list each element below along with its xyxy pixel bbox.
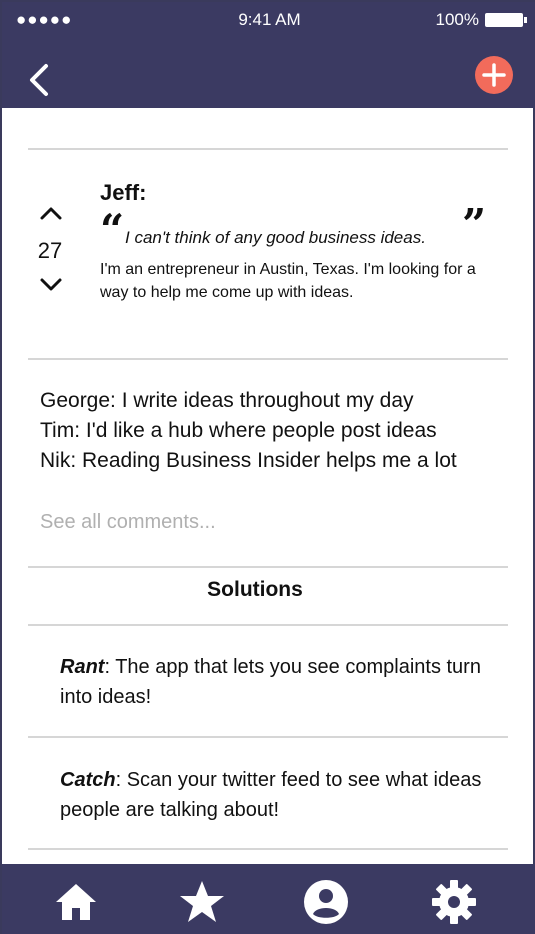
chevron-down-icon [40, 278, 62, 291]
post-body: I'm an entrepreneur in Austin, Texas. I'… [100, 261, 476, 301]
bottom-tab-bar [2, 864, 535, 934]
comments-list: George: I write ideas throughout my day … [40, 386, 510, 476]
comment-item: George: I write ideas throughout my day [40, 389, 414, 412]
solution-description: : The app that lets you see complaints t… [60, 656, 481, 708]
tab-favorites[interactable] [178, 878, 226, 926]
tab-profile[interactable] [302, 878, 350, 926]
see-all-comments-link[interactable]: See all comments... [40, 511, 216, 534]
comment-item: Nik: Reading Business Insider helps me a… [40, 449, 457, 472]
vote-count: 27 [37, 238, 63, 263]
tab-settings[interactable] [430, 878, 478, 926]
downvote-button[interactable] [38, 276, 64, 294]
battery-percent: 100% [435, 10, 479, 29]
divider [28, 358, 508, 360]
star-icon [180, 881, 224, 922]
divider [28, 148, 508, 150]
add-button[interactable] [475, 56, 513, 94]
close-quote-mark: ” [462, 200, 487, 249]
battery-icon [485, 13, 527, 27]
back-button[interactable] [24, 60, 58, 100]
open-quote-mark: “ [100, 205, 125, 254]
chevron-left-icon [30, 64, 48, 96]
solution-name: Rant [60, 656, 105, 678]
post-author: Jeff: [100, 180, 147, 205]
battery-indicator: 100% [435, 10, 527, 30]
solution-description: : Scan your twitter feed to see what ide… [60, 769, 482, 821]
divider [28, 624, 508, 626]
divider [28, 848, 508, 850]
profile-icon [304, 880, 348, 924]
app-frame: ●●●●● 9:41 AM 100% 27 Jeff: “ I can't th… [0, 0, 535, 934]
divider [28, 566, 508, 568]
post-quote: I can't think of any good business ideas… [125, 228, 426, 247]
divider [28, 736, 508, 738]
tab-home[interactable] [52, 878, 100, 926]
status-bar: ●●●●● 9:41 AM 100% [2, 10, 535, 34]
plus-circle-icon [482, 63, 506, 87]
gear-icon [432, 880, 476, 924]
home-icon [56, 884, 96, 920]
top-bar: ●●●●● 9:41 AM 100% [2, 2, 535, 108]
chevron-up-icon [40, 207, 62, 220]
solution-item[interactable]: Catch: Scan your twitter feed to see wha… [60, 765, 490, 825]
solution-item[interactable]: Rant: The app that lets you see complain… [60, 652, 490, 712]
solutions-heading: Solutions [207, 578, 303, 601]
comment-item: Tim: I'd like a hub where people post id… [40, 419, 437, 442]
upvote-button[interactable] [38, 204, 64, 222]
solution-name: Catch [60, 769, 116, 791]
